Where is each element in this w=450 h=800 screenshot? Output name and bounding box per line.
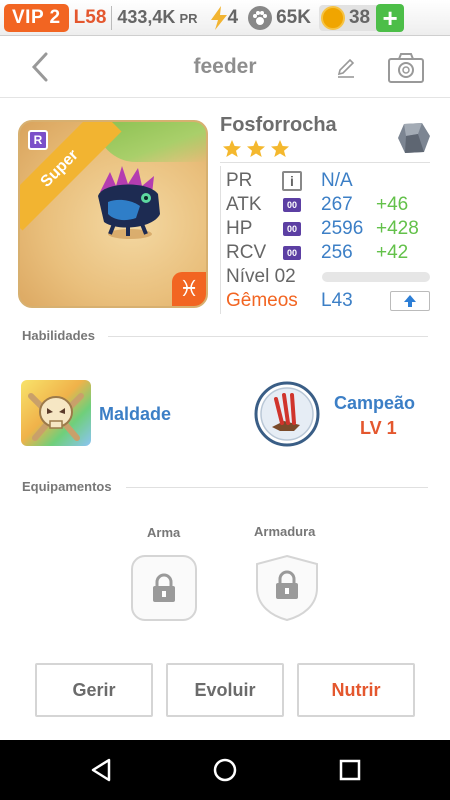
nav-recents-icon[interactable]	[337, 757, 363, 783]
divider	[220, 166, 221, 314]
section-title-abilities: Habilidades	[22, 328, 95, 343]
power-value: 433,4K	[117, 7, 176, 27]
stat-value: 256	[321, 242, 353, 263]
skill-name-campeao[interactable]: Campeão	[334, 393, 415, 414]
stat-label: HP	[226, 218, 253, 239]
pencil-icon[interactable]	[334, 56, 358, 80]
manage-button[interactable]: Gerir	[35, 663, 153, 717]
stat-label: RCV	[226, 242, 267, 263]
lock-icon	[153, 573, 175, 602]
zodiac-badge: ♓	[172, 272, 206, 306]
armor-slot[interactable]	[254, 554, 320, 622]
zodiac-label[interactable]: Gêmeos	[226, 290, 298, 312]
stat-row-atk: ATK 00 267 +46	[226, 193, 408, 217]
armor-label: Armadura	[254, 524, 316, 539]
stat-row-hp: HP 00 2596 +428	[226, 217, 419, 241]
arrow-up-icon	[404, 295, 416, 307]
star-icon	[223, 140, 241, 157]
pet-stars	[222, 139, 290, 159]
pet-portrait[interactable]: Super R ♓	[18, 120, 208, 308]
page-title: feeder	[193, 55, 257, 78]
zodiac-row: Gêmeos L43	[226, 289, 353, 313]
stat-row-pr: PR i N/A	[226, 169, 353, 193]
zodiac-level: L43	[321, 290, 353, 311]
rock-element-icon[interactable]	[396, 120, 432, 156]
player-power: 433,4K PR	[117, 7, 197, 28]
vip-badge[interactable]: VIP 2	[4, 3, 69, 32]
stat-value: 267	[321, 194, 353, 215]
gem-slot-icon: 00	[282, 244, 302, 262]
power-unit: PR	[179, 11, 198, 26]
star-icon	[271, 140, 289, 157]
pet-creature-icon	[98, 166, 160, 239]
player-level: L58	[73, 6, 107, 28]
paw-icon	[248, 5, 273, 30]
paw-counter[interactable]: 65K	[248, 5, 311, 30]
divider	[126, 487, 428, 488]
star-icon	[247, 140, 265, 157]
coin-icon	[320, 5, 345, 30]
stat-value: 2596	[321, 218, 364, 239]
paw-value: 65K	[276, 6, 311, 28]
add-coins-button[interactable]: +	[376, 3, 405, 32]
coin-value: 38	[348, 6, 371, 28]
energy-value: 4	[227, 6, 239, 28]
divider	[108, 336, 428, 337]
weapon-label: Arma	[147, 525, 181, 540]
section-title-equipment: Equipamentos	[22, 479, 112, 494]
rarity-badge: R	[28, 130, 48, 150]
stat-row-rcv: RCV 00 256 +42	[226, 241, 408, 265]
skill-level: LV 1	[360, 418, 397, 438]
weapon-slot[interactable]	[131, 555, 197, 621]
resource-bar: VIP 2 L58 433,4K PR 4 65K 38 +	[0, 0, 450, 36]
pet-name: Fosforrocha	[220, 114, 337, 136]
divider	[111, 5, 113, 30]
stat-label: ATK	[226, 194, 262, 215]
stat-label: PR	[226, 170, 253, 191]
stat-bonus: +42	[376, 242, 409, 263]
stat-value: N/A	[321, 170, 353, 191]
pet-level: Nível 02	[226, 266, 296, 287]
skill-maldade-icon[interactable]	[21, 380, 91, 446]
skill-campeao-icon[interactable]	[254, 381, 320, 447]
skill-name-maldade[interactable]: Maldade	[99, 404, 171, 425]
level-row: Nível 02	[226, 265, 296, 289]
stat-bonus: +428	[376, 218, 419, 239]
coin-counter[interactable]: 38 +	[318, 3, 405, 32]
nav-back-icon[interactable]	[88, 757, 114, 783]
page-header: feeder	[0, 36, 450, 98]
nav-home-icon[interactable]	[212, 757, 238, 783]
lightning-icon	[210, 5, 227, 30]
level-progress-bar	[322, 272, 430, 282]
skull-icon	[28, 393, 84, 441]
gem-slot-icon: 00	[282, 220, 302, 238]
system-nav-bar	[0, 740, 450, 800]
info-icon[interactable]: i	[282, 171, 302, 191]
gem-slot-icon: 00	[282, 196, 302, 214]
feed-button[interactable]: Nutrir	[297, 663, 415, 717]
stat-bonus: +46	[376, 194, 409, 215]
divider	[220, 162, 430, 163]
energy-counter[interactable]: 4	[210, 5, 239, 30]
camera-icon[interactable]	[386, 50, 426, 86]
upgrade-zodiac-button[interactable]	[390, 291, 430, 311]
evolve-button[interactable]: Evoluir	[166, 663, 284, 717]
